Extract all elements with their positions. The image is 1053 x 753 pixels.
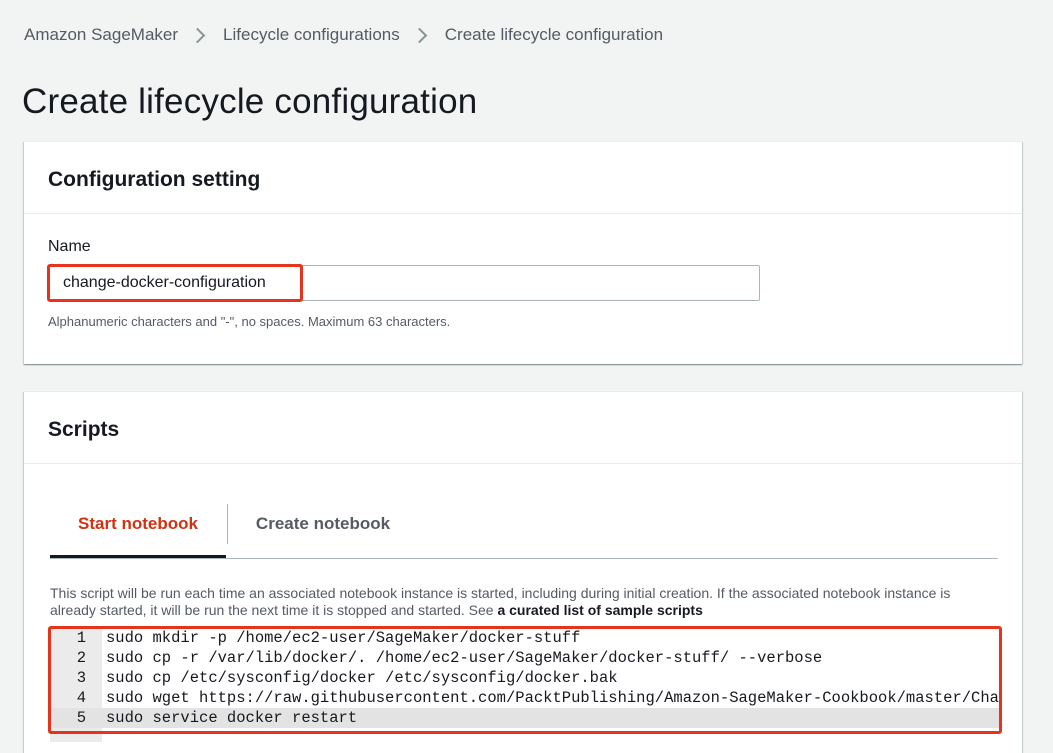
sample-scripts-link[interactable]: a curated list of sample scripts: [497, 602, 702, 618]
page-title: Create lifecycle configuration: [22, 82, 478, 121]
code-text: sudo cp /etc/sysconfig/docker /etc/sysco…: [106, 669, 618, 687]
line-number: 3: [76, 669, 86, 687]
code-text: sudo wget https://raw.githubusercontent.…: [106, 689, 1000, 707]
configuration-setting-panel: Configuration setting Name Alphanumeric …: [24, 141, 1022, 364]
code-line: 1 sudo mkdir -p /home/ec2-user/SageMaker…: [50, 628, 1000, 648]
code-text: sudo cp -r /var/lib/docker/. /home/ec2-u…: [106, 649, 823, 667]
tab-create-notebook[interactable]: Create notebook: [228, 492, 418, 556]
name-label: Name: [48, 238, 91, 255]
breadcrumb: Amazon SageMaker Lifecycle configuration…: [24, 24, 663, 46]
breadcrumb-current: Create lifecycle configuration: [444, 25, 664, 44]
chevron-right-icon: [189, 27, 206, 43]
line-number: 2: [76, 649, 86, 667]
code-line: 3 sudo cp /etc/sysconfig/docker /etc/sys…: [50, 668, 1000, 688]
script-editor[interactable]: 1 sudo mkdir -p /home/ec2-user/SageMaker…: [50, 628, 1000, 742]
line-number: 5: [76, 709, 86, 727]
scripts-title: Scripts: [24, 392, 1022, 464]
script-description: This script will be run each time an ass…: [50, 585, 1000, 619]
tab-start-notebook[interactable]: Start notebook: [50, 492, 226, 558]
code-line: 4 sudo wget https://raw.githubuserconten…: [50, 688, 1000, 708]
chevron-right-icon: [411, 27, 428, 43]
name-hint: Alphanumeric characters and "-", no spac…: [48, 314, 451, 329]
script-tabs: Start notebook Create notebook: [50, 492, 998, 559]
configuration-setting-title: Configuration setting: [24, 142, 1022, 214]
code-text: sudo mkdir -p /home/ec2-user/SageMaker/d…: [106, 629, 581, 647]
code-line-active: 5 sudo service docker restart: [50, 708, 1000, 728]
scripts-panel: Scripts Start notebook Create notebook T…: [24, 391, 1022, 753]
breadcrumb-lifecycle-configurations[interactable]: Lifecycle configurations: [223, 25, 400, 45]
line-number: 4: [76, 689, 86, 707]
name-input[interactable]: [48, 265, 760, 301]
code-line: 2 sudo cp -r /var/lib/docker/. /home/ec2…: [50, 648, 1000, 668]
line-number: 1: [76, 629, 86, 647]
code-text: sudo service docker restart: [106, 709, 358, 727]
breadcrumb-amazon-sagemaker[interactable]: Amazon SageMaker: [24, 25, 178, 45]
